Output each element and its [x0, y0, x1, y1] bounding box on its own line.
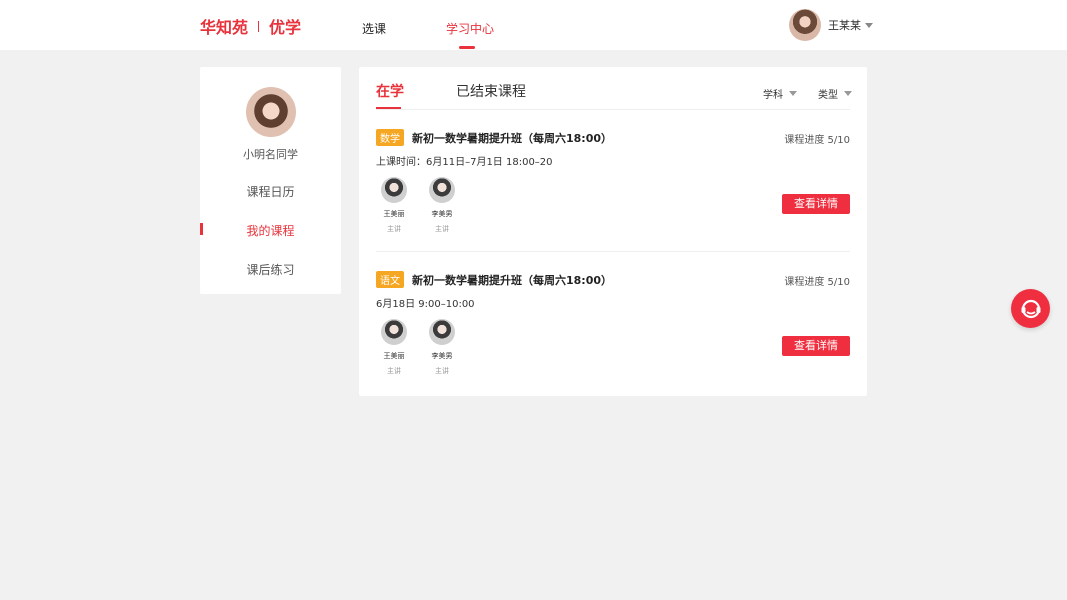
subject-badge: 数学	[376, 129, 404, 146]
nav-active-indicator	[459, 46, 475, 49]
subject-badge: 语文	[376, 271, 404, 288]
nav-course-selection[interactable]: 选课	[362, 20, 386, 37]
view-details-button[interactable]: 查看详情	[782, 336, 850, 356]
teacher-avatar	[381, 319, 407, 345]
chevron-down-icon	[789, 91, 797, 96]
teacher-name: 李美男	[431, 210, 453, 218]
user-menu[interactable]: 王某某	[789, 9, 873, 41]
student-name: 小明名同学	[243, 148, 298, 161]
top-header: 华知苑 优学 选课 学习中心 王某某	[0, 0, 1067, 50]
teacher-name: 王美丽	[383, 210, 405, 218]
teacher-item: 李美男 主讲	[429, 177, 455, 234]
course-divider	[376, 251, 850, 252]
course-header: 语文 新初一数学暑期提升班（每周六18:00）	[376, 271, 612, 288]
course-progress: 课程进度 5/10	[784, 135, 850, 146]
nav-learning-center[interactable]: 学习中心	[446, 20, 494, 37]
customer-service-button[interactable]	[1011, 289, 1050, 328]
sidebar-item-my-courses[interactable]: 我的课程	[200, 222, 341, 239]
type-filter[interactable]: 类型	[818, 86, 852, 101]
type-filter-label: 类型	[818, 90, 838, 101]
teacher-avatar	[429, 177, 455, 203]
teacher-name: 李美男	[431, 352, 453, 360]
course-time: 上课时间：6月11日–7月1日 18:00–20	[376, 157, 553, 168]
course-card: 语文 新初一数学暑期提升班（每周六18:00） 课程进度 5/10 6月18日 …	[376, 271, 850, 386]
course-panel: 在学 已结束课程 学科 类型 数学 新初一数学暑期提升班（每周六18:00） 课…	[359, 67, 867, 396]
student-avatar	[246, 87, 296, 137]
teacher-role: 主讲	[435, 367, 449, 375]
teacher-list: 王美丽 主讲 李美男 主讲	[381, 319, 477, 376]
view-details-button[interactable]: 查看详情	[782, 194, 850, 214]
user-avatar	[789, 9, 821, 41]
headset-icon	[1021, 299, 1040, 318]
teacher-avatar	[429, 319, 455, 345]
course-title[interactable]: 新初一数学暑期提升班（每周六18:00）	[412, 130, 612, 146]
course-card: 数学 新初一数学暑期提升班（每周六18:00） 课程进度 5/10 上课时间：6…	[376, 129, 850, 244]
teacher-item: 李美男 主讲	[429, 319, 455, 376]
logo-separator	[258, 20, 260, 32]
tab-finished[interactable]: 已结束课程	[456, 81, 526, 101]
tab-divider	[376, 109, 850, 110]
logo-right-text: 优学	[269, 18, 302, 37]
sidebar: 小明名同学 课程日历 我的课程 课后练习	[200, 67, 341, 294]
course-title[interactable]: 新初一数学暑期提升班（每周六18:00）	[412, 272, 612, 288]
course-progress: 课程进度 5/10	[784, 277, 850, 288]
teacher-avatar	[381, 177, 407, 203]
teacher-role: 主讲	[387, 367, 401, 375]
teacher-list: 王美丽 主讲 李美男 主讲	[381, 177, 477, 234]
subject-filter[interactable]: 学科	[763, 86, 797, 101]
user-name: 王某某	[828, 19, 861, 32]
logo-left-text: 华知苑	[200, 18, 249, 37]
sidebar-item-exercises[interactable]: 课后练习	[200, 261, 341, 278]
chevron-down-icon	[844, 91, 852, 96]
teacher-item: 王美丽 主讲	[381, 319, 407, 376]
teacher-role: 主讲	[435, 225, 449, 233]
brand-logo[interactable]: 华知苑 优学	[200, 14, 301, 38]
course-header: 数学 新初一数学暑期提升班（每周六18:00）	[376, 129, 612, 146]
sidebar-item-calendar[interactable]: 课程日历	[200, 183, 341, 200]
chevron-down-icon	[865, 22, 873, 28]
tab-studying[interactable]: 在学	[376, 81, 404, 101]
course-time: 6月18日 9:00–10:00	[376, 299, 475, 310]
teacher-item: 王美丽 主讲	[381, 177, 407, 234]
teacher-name: 王美丽	[383, 352, 405, 360]
teacher-role: 主讲	[387, 225, 401, 233]
subject-filter-label: 学科	[763, 90, 783, 101]
